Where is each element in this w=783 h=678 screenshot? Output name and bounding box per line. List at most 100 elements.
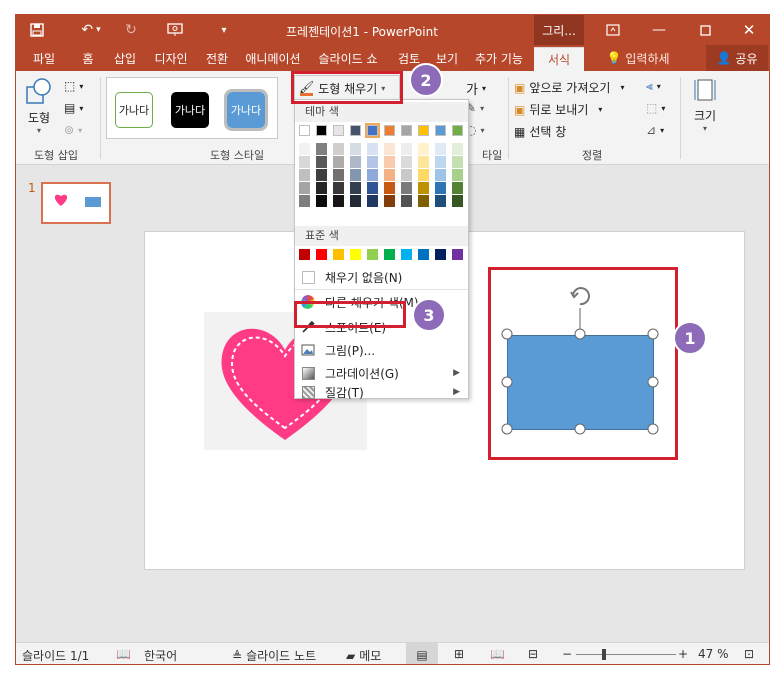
text-fill-button[interactable]: 가 ▾ — [466, 79, 486, 98]
close-icon[interactable]: ✕ — [732, 15, 766, 45]
align-button[interactable]: ⫷ ▾ — [646, 79, 661, 94]
theme-color-swatch[interactable] — [333, 125, 344, 136]
theme-shade-swatch[interactable] — [384, 156, 395, 168]
theme-shade-swatch[interactable] — [418, 156, 429, 168]
theme-shade-swatch[interactable] — [401, 143, 412, 155]
theme-color-swatch[interactable] — [418, 125, 429, 136]
standard-color-swatch[interactable] — [401, 249, 412, 260]
theme-shade-swatch[interactable] — [350, 169, 361, 181]
theme-color-swatch[interactable] — [452, 125, 463, 136]
zoom-slider-thumb[interactable] — [602, 649, 606, 660]
theme-shade-swatch[interactable] — [316, 195, 327, 207]
picture-fill-item[interactable]: 그림(P)... — [295, 339, 468, 361]
theme-shade-swatch[interactable] — [418, 182, 429, 194]
tab-animations[interactable]: 애니메이션 — [240, 45, 306, 71]
theme-shade-swatch[interactable] — [452, 169, 463, 181]
theme-shade-swatch[interactable] — [435, 195, 446, 207]
tab-format[interactable]: 서식 — [534, 47, 584, 71]
theme-shade-swatch[interactable] — [316, 182, 327, 194]
no-fill-item[interactable]: 채우기 없음(N) — [295, 266, 468, 288]
theme-shade-swatch[interactable] — [452, 182, 463, 194]
theme-shade-swatch[interactable] — [316, 143, 327, 155]
standard-color-swatch[interactable] — [384, 249, 395, 260]
theme-shade-swatch[interactable] — [367, 195, 378, 207]
gradient-fill-item[interactable]: 그라데이션(G) ▶ — [295, 362, 468, 384]
present-icon[interactable] — [160, 15, 190, 45]
slideshow-view-icon[interactable]: ⊟ — [528, 647, 538, 661]
tab-addins[interactable]: 추가 기능 — [468, 45, 530, 71]
theme-shade-swatch[interactable] — [299, 143, 310, 155]
theme-shade-swatch[interactable] — [316, 156, 327, 168]
textbox-button[interactable]: ▤ ▾ — [64, 101, 83, 115]
normal-view-icon[interactable]: ▤ — [406, 643, 438, 664]
standard-color-swatch[interactable] — [316, 249, 327, 260]
theme-color-swatch[interactable] — [401, 125, 412, 136]
theme-color-swatch[interactable] — [384, 125, 395, 136]
tell-me-box[interactable]: 💡 입력하세 — [592, 45, 684, 71]
theme-shade-swatch[interactable] — [333, 156, 344, 168]
spelling-check-icon[interactable]: 📖 — [116, 647, 131, 661]
theme-shade-swatch[interactable] — [452, 195, 463, 207]
standard-color-swatch[interactable] — [333, 249, 344, 260]
ribbon-display-icon[interactable] — [596, 15, 630, 45]
theme-shade-swatch[interactable] — [435, 156, 446, 168]
language-indicator[interactable]: 한국어 — [144, 647, 177, 664]
theme-shade-swatch[interactable] — [316, 169, 327, 181]
theme-shade-swatch[interactable] — [435, 169, 446, 181]
theme-shade-swatch[interactable] — [401, 182, 412, 194]
zoom-out-icon[interactable]: − — [562, 647, 572, 661]
theme-shade-swatch[interactable] — [418, 143, 429, 155]
theme-shade-swatch[interactable] — [333, 143, 344, 155]
zoom-slider[interactable] — [576, 649, 676, 660]
theme-shade-swatch[interactable] — [452, 156, 463, 168]
theme-color-swatch[interactable] — [350, 125, 361, 136]
theme-shade-swatch[interactable] — [384, 169, 395, 181]
selection-pane-button[interactable]: ▦ 선택 창 — [514, 123, 566, 140]
merge-shapes-button[interactable]: ⊚ ▾ — [64, 123, 82, 137]
tab-slideshow[interactable]: 슬라이드 쇼 — [312, 45, 384, 71]
theme-color-swatch[interactable] — [299, 125, 310, 136]
theme-shade-swatch[interactable] — [435, 182, 446, 194]
theme-shade-swatch[interactable] — [333, 169, 344, 181]
theme-shade-swatch[interactable] — [384, 182, 395, 194]
theme-color-swatch[interactable] — [365, 123, 380, 138]
tab-design[interactable]: 디자인 — [148, 45, 194, 71]
undo-icon[interactable]: ↶ ▾ — [74, 15, 108, 45]
send-backward-button[interactable]: ▣ 뒤로 보내기 ▾ — [514, 101, 602, 118]
standard-color-swatch[interactable] — [452, 249, 463, 260]
theme-shade-swatch[interactable] — [299, 195, 310, 207]
theme-shade-swatch[interactable] — [401, 195, 412, 207]
standard-color-swatch[interactable] — [435, 249, 446, 260]
redo-icon[interactable]: ↻ — [116, 15, 146, 45]
theme-color-swatch[interactable] — [435, 125, 446, 136]
tab-insert[interactable]: 삽입 — [108, 45, 142, 71]
theme-shade-swatch[interactable] — [333, 195, 344, 207]
standard-color-swatch[interactable] — [418, 249, 429, 260]
theme-shade-swatch[interactable] — [350, 143, 361, 155]
theme-shade-swatch[interactable] — [367, 143, 378, 155]
theme-shade-swatch[interactable] — [384, 195, 395, 207]
theme-shade-swatch[interactable] — [350, 182, 361, 194]
save-icon[interactable] — [24, 15, 50, 45]
standard-color-swatch[interactable] — [299, 249, 310, 260]
slide-sorter-icon[interactable]: ⊞ — [454, 647, 464, 661]
minimize-icon[interactable]: — — [642, 15, 676, 45]
size-button[interactable]: 크기 ▾ — [688, 77, 722, 137]
edit-shape-button[interactable]: ⬚ ▾ — [64, 79, 83, 93]
theme-shade-swatch[interactable] — [452, 143, 463, 155]
maximize-icon[interactable] — [688, 15, 722, 45]
theme-shade-swatch[interactable] — [299, 169, 310, 181]
theme-shade-swatch[interactable] — [418, 195, 429, 207]
zoom-level[interactable]: 47 % — [698, 647, 729, 661]
theme-shade-swatch[interactable] — [418, 169, 429, 181]
shapes-button[interactable]: 도형 ▾ — [22, 77, 56, 137]
theme-shade-swatch[interactable] — [367, 156, 378, 168]
comments-button[interactable]: ▰ 메모 — [346, 647, 381, 664]
theme-color-swatch[interactable] — [316, 125, 327, 136]
theme-shade-swatch[interactable] — [401, 156, 412, 168]
style-option-blue[interactable]: 가나다 — [224, 89, 268, 131]
group-objects-button[interactable]: ⬚ ▾ — [646, 101, 665, 115]
tab-transitions[interactable]: 전환 — [200, 45, 234, 71]
texture-fill-item[interactable]: 질감(T) ▶ — [295, 384, 468, 400]
theme-shade-swatch[interactable] — [299, 182, 310, 194]
